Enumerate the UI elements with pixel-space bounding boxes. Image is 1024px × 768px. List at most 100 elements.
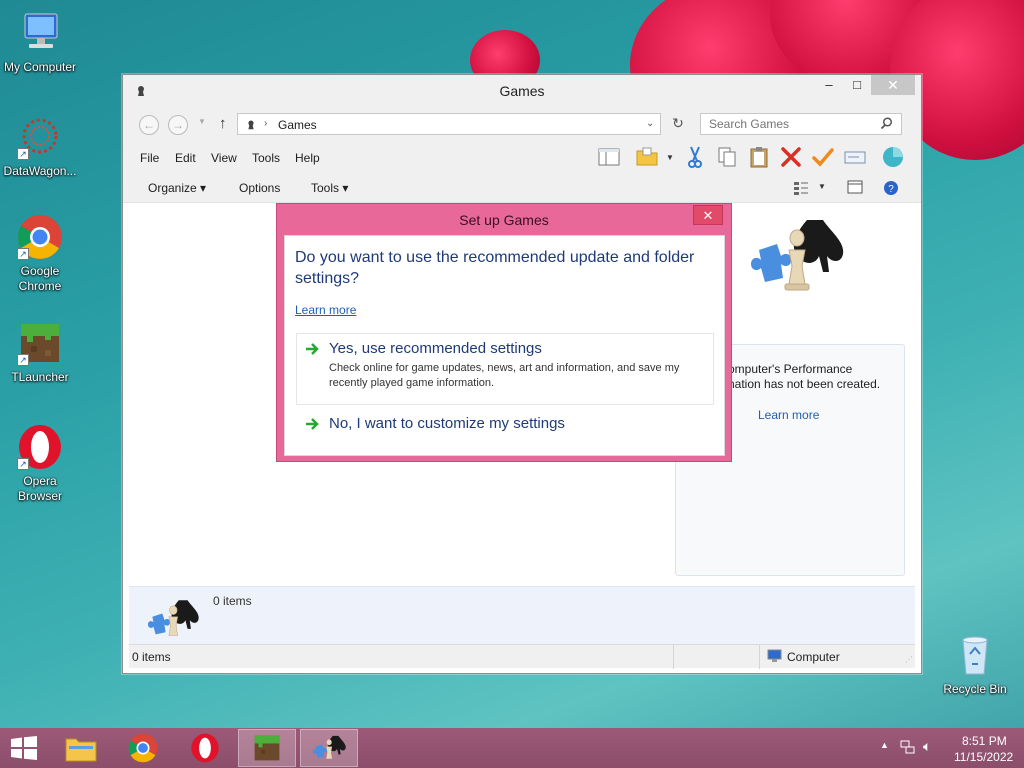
- properties-check-icon[interactable]: [811, 145, 835, 169]
- menu-file[interactable]: File: [140, 151, 159, 165]
- desktop-icon-tlauncher[interactable]: ↗ TLauncher: [0, 320, 80, 385]
- folder-dropdown-icon[interactable]: ▼: [666, 153, 674, 162]
- shortcut-arrow-icon: ↗: [17, 458, 29, 470]
- desktop-icon-label: My Computer: [3, 60, 77, 74]
- datawagon-icon: ↗: [17, 114, 63, 160]
- file-explorer-icon: [65, 738, 97, 762]
- desktop-icon-label: DataWagon...: [3, 164, 77, 178]
- forward-button[interactable]: →: [168, 115, 188, 135]
- desktop-icon-label: Opera Browser: [17, 474, 62, 503]
- menu-edit[interactable]: Edit: [175, 151, 196, 165]
- shortcut-arrow-icon: ↗: [17, 248, 29, 260]
- dialog-title: Set up Games: [459, 212, 549, 228]
- tlauncher-icon: [254, 735, 280, 761]
- folder-icon[interactable]: [635, 145, 659, 169]
- taskbar-tlauncher[interactable]: [238, 729, 296, 767]
- copy-icon[interactable]: [715, 145, 739, 169]
- breadcrumb-separator-icon: ›: [264, 118, 268, 129]
- shortcut-arrow-icon: ↗: [17, 354, 29, 366]
- menu-help[interactable]: Help: [295, 151, 320, 165]
- maximize-button[interactable]: □: [843, 75, 871, 95]
- dialog-close-button[interactable]: ✕: [693, 205, 723, 225]
- cut-icon[interactable]: [683, 145, 707, 169]
- opera-icon: ↗: [17, 424, 63, 470]
- games-folder-icon: [244, 117, 258, 134]
- option-title: No, I want to customize my settings: [329, 415, 565, 432]
- performance-line-2: nation has not been created.: [728, 377, 881, 391]
- volume-icon[interactable]: 🔈︎: [923, 738, 931, 755]
- desktop-icon-datawagon[interactable]: ↗ DataWagon...: [0, 114, 80, 179]
- command-bar: Organize ▾ Options Tools ▾ ▼ ?: [123, 173, 921, 203]
- status-bar: 0 items Computer ⋰: [129, 644, 915, 669]
- start-button[interactable]: [0, 729, 48, 767]
- window-titlebar[interactable]: Games – □ ✕: [123, 75, 921, 105]
- performance-learn-more-link[interactable]: Learn more: [758, 408, 819, 422]
- svg-text:?: ?: [888, 184, 894, 195]
- address-bar[interactable]: › Games ⌄: [237, 113, 661, 135]
- desktop-icon-recycle-bin[interactable]: Recycle Bin: [935, 632, 1015, 697]
- preview-pane-icon[interactable]: [597, 145, 621, 169]
- recent-pages-dropdown-icon[interactable]: ▼: [198, 117, 206, 126]
- tlauncher-icon: ↗: [17, 320, 63, 366]
- opera-icon: [191, 733, 219, 763]
- search-input[interactable]: [701, 114, 871, 134]
- desktop-icon-opera-browser[interactable]: ↗ Opera Browser: [0, 424, 80, 504]
- recommended-settings-option[interactable]: Yes, use recommended settings Check onli…: [296, 333, 714, 405]
- taskbar-games[interactable]: [300, 729, 358, 767]
- desktop-icon-label: Recycle Bin: [943, 682, 1007, 696]
- games-explorer-logo-icon: [749, 214, 844, 294]
- dialog-learn-more-link[interactable]: Learn more: [295, 303, 356, 317]
- minimize-button[interactable]: –: [815, 75, 843, 95]
- status-item-count: 0 items: [132, 650, 171, 664]
- status-zone: Computer: [787, 650, 840, 664]
- taskbar-google-chrome[interactable]: [114, 729, 172, 767]
- windows-logo-icon: [11, 736, 37, 760]
- tools-menu-button[interactable]: Tools ▾: [311, 181, 348, 195]
- green-arrow-icon: [305, 417, 319, 431]
- show-hidden-icons-icon[interactable]: ▲: [880, 740, 889, 750]
- view-options-icon[interactable]: [793, 181, 809, 198]
- clock-time[interactable]: 8:51 PM: [962, 734, 1007, 748]
- shortcut-arrow-icon: ↗: [17, 148, 29, 160]
- rename-icon[interactable]: [843, 145, 867, 169]
- dialog-question: Do you want to use the recommended updat…: [295, 249, 695, 287]
- options-button[interactable]: Options: [239, 181, 280, 195]
- desktop-icon-google-chrome[interactable]: ↗ Google Chrome: [0, 214, 80, 294]
- chrome-icon: ↗: [17, 214, 63, 260]
- paste-icon[interactable]: [747, 145, 771, 169]
- games-icon: [312, 735, 346, 759]
- dialog-body: Do you want to use the recommended updat…: [284, 235, 725, 456]
- close-button[interactable]: ✕: [871, 75, 915, 95]
- address-dropdown-icon[interactable]: ⌄: [646, 118, 654, 129]
- window-title: Games: [499, 83, 545, 99]
- desktop-icon-my-computer[interactable]: My Computer: [0, 10, 80, 75]
- computer-icon: [17, 10, 63, 56]
- navigation-bar: ← → ▼ ↑ › Games ⌄ ↻: [123, 105, 921, 143]
- back-button[interactable]: ←: [139, 115, 159, 135]
- option-title: Yes, use recommended settings: [329, 340, 542, 357]
- taskbar-opera[interactable]: [176, 729, 234, 767]
- shell-icon[interactable]: [881, 145, 905, 169]
- search-icon[interactable]: [880, 117, 893, 133]
- search-box[interactable]: [700, 113, 902, 135]
- breadcrumb-games[interactable]: Games: [278, 118, 317, 132]
- taskbar-file-explorer[interactable]: [52, 729, 110, 767]
- option-description: Check online for game updates, news, art…: [329, 362, 680, 389]
- up-arrow-icon[interactable]: ↑: [219, 115, 227, 132]
- menu-tools[interactable]: Tools: [252, 151, 280, 165]
- help-icon[interactable]: ?: [883, 180, 899, 199]
- customize-settings-option[interactable]: No, I want to customize my settings: [296, 408, 714, 442]
- setup-games-dialog: Set up Games ✕ Do you want to use the re…: [276, 203, 732, 462]
- clock-date[interactable]: 11/15/2022: [954, 750, 1013, 764]
- delete-icon[interactable]: [779, 145, 803, 169]
- menu-view[interactable]: View: [211, 151, 237, 165]
- details-games-icon: [143, 597, 203, 641]
- preview-pane-toggle-icon[interactable]: [847, 180, 863, 197]
- taskbar: ▲ 🔈︎ 8:51 PM 11/15/2022: [0, 728, 1024, 768]
- organize-menu-button[interactable]: Organize ▾: [148, 181, 206, 195]
- resize-grip-icon[interactable]: ⋰: [905, 655, 913, 664]
- refresh-button[interactable]: ↻: [667, 115, 689, 135]
- green-arrow-icon: [305, 342, 319, 356]
- view-dropdown-icon[interactable]: ▼: [818, 182, 826, 191]
- network-icon[interactable]: [900, 739, 916, 758]
